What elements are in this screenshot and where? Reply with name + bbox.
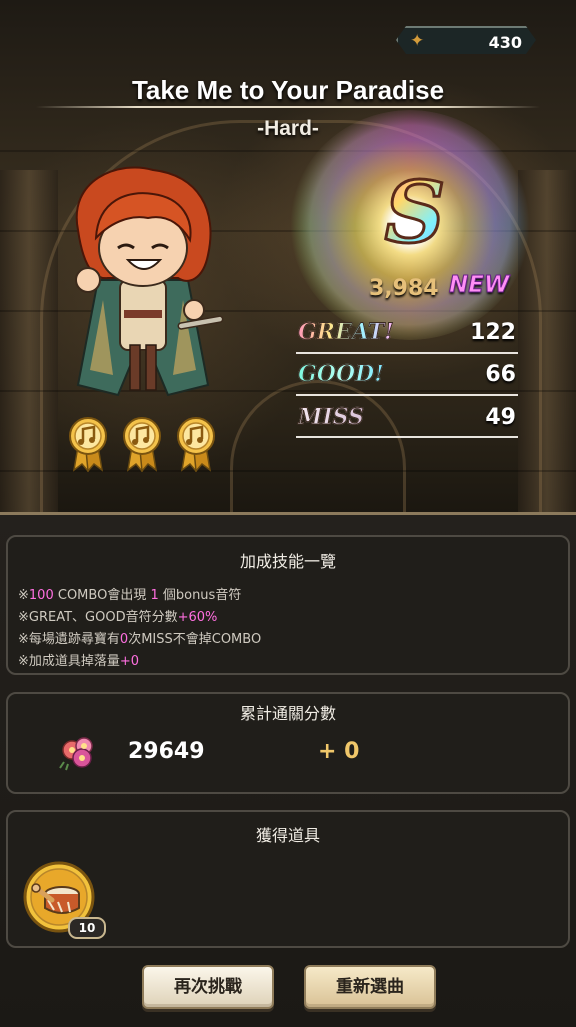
great-label: GREAT!	[298, 319, 395, 346]
great-count: 122	[470, 320, 516, 345]
stat-divider	[296, 352, 518, 354]
items-panel-title: 獲得道具	[255, 826, 320, 845]
good-label: GOOD!	[298, 361, 385, 388]
stat-divider	[296, 436, 518, 438]
chibi-character	[75, 166, 224, 397]
cumulative-added: + 0	[318, 739, 360, 764]
cumulative-panel-title: 累計通關分數	[239, 704, 336, 723]
bonus-skill-line: ※100 COMBO會出現 1 個bonus音符	[18, 588, 242, 603]
retry-button[interactable]: 再次挑戰	[142, 965, 274, 1009]
item-count-badge: 10	[68, 917, 106, 939]
miss-count: 49	[485, 405, 516, 430]
bonus-panel-title: 加成技能一覽	[239, 552, 336, 571]
currency-counter: ✦ 430	[396, 26, 536, 54]
song-title: Take Me to Your Paradise	[131, 75, 445, 105]
good-count: 66	[485, 362, 516, 387]
reselect-song-button[interactable]: 重新選曲	[304, 965, 436, 1009]
flower-icon	[59, 737, 93, 771]
cumulative-total: 29649	[128, 739, 205, 764]
bonus-skills-panel: 加成技能一覽 ※100 COMBO會出現 1 個bonus音符 ※GREAT、G…	[6, 535, 570, 675]
bonus-skill-line: ※每場遺跡尋寶有0次MISS不會掉COMBO	[18, 632, 262, 647]
difficulty-label: -Hard-	[257, 117, 319, 140]
currency-value: 430	[488, 33, 522, 52]
rank-letter: S	[370, 166, 460, 259]
bonus-skill-line: ※GREAT、GOOD音符分數+60%	[18, 610, 218, 625]
music-note-medal-icon	[177, 417, 215, 472]
title-divider	[36, 106, 540, 108]
result-score: 3,984	[369, 276, 439, 301]
music-note-medal-icon	[123, 417, 161, 472]
miss-label: MISS	[298, 404, 365, 431]
drum-currency-icon: ✦	[410, 31, 425, 51]
music-note-medal-icon	[69, 417, 107, 472]
stat-divider	[296, 394, 518, 396]
bonus-skill-line: ※加成道具掉落量+0	[18, 654, 140, 669]
new-record-badge: NEW	[448, 272, 510, 299]
